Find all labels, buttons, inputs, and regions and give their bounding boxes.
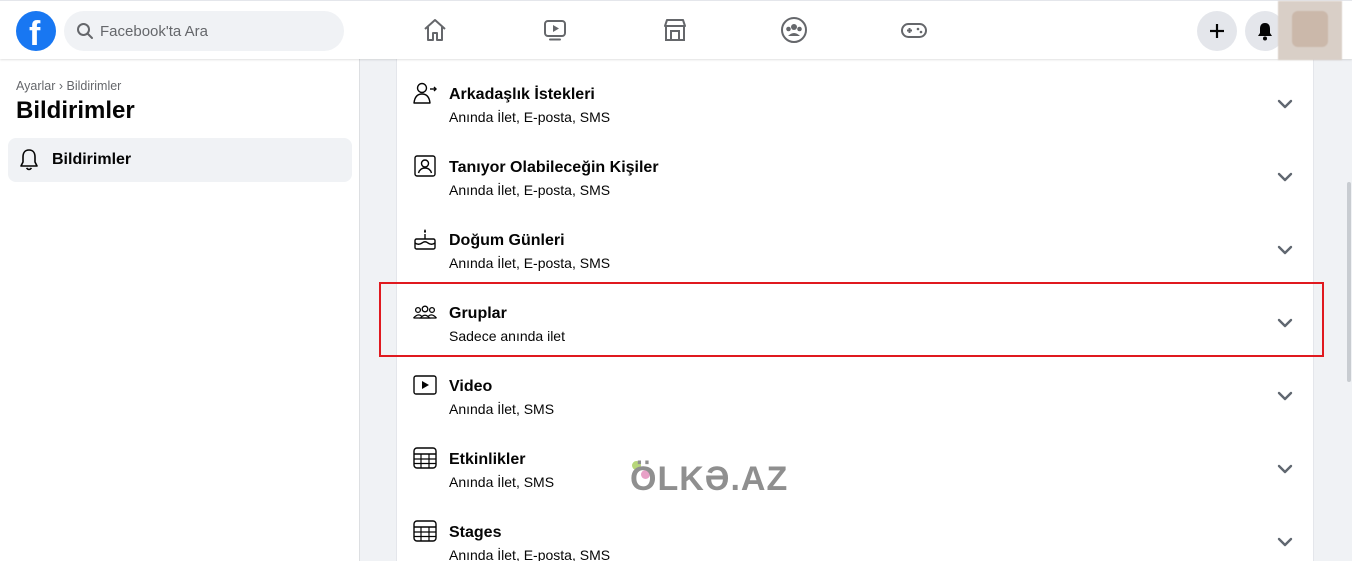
facebook-logo[interactable]: f bbox=[16, 11, 56, 53]
create-button[interactable] bbox=[1197, 11, 1237, 51]
setting-subtitle: Anında İlet, E-posta, SMS bbox=[449, 182, 611, 198]
search-icon bbox=[77, 23, 93, 39]
chevron-down-icon[interactable] bbox=[1277, 98, 1293, 110]
calendar-icon bbox=[413, 520, 437, 542]
setting-subtitle: Anında İlet, SMS bbox=[449, 474, 555, 490]
chevron-down-icon[interactable] bbox=[1277, 536, 1293, 548]
search-box[interactable] bbox=[64, 11, 344, 51]
gaming-icon[interactable] bbox=[899, 15, 929, 45]
setting-row-stages[interactable]: Stages Anında İlet, E-posta, SMS bbox=[397, 502, 1313, 561]
plus-icon bbox=[1210, 24, 1224, 38]
search-input[interactable] bbox=[100, 11, 330, 51]
setting-subtitle: Anında İlet, E-posta, SMS bbox=[449, 255, 611, 271]
groups-icon bbox=[413, 305, 437, 319]
video-icon bbox=[413, 375, 437, 395]
page-title: Bildirimler bbox=[16, 97, 135, 124]
bell-icon bbox=[1258, 23, 1272, 41]
watermark: ÖLKƏ.AZ bbox=[630, 460, 789, 498]
notification-settings-panel: Arkadaşlık İstekleri Anında İlet, E-post… bbox=[396, 59, 1314, 561]
video-icon[interactable] bbox=[540, 15, 570, 45]
contact-card-icon bbox=[414, 155, 436, 177]
setting-title: Etkinlikler bbox=[449, 451, 526, 468]
setting-title: Stages bbox=[449, 524, 502, 541]
calendar-icon bbox=[413, 447, 437, 469]
chevron-down-icon[interactable] bbox=[1277, 171, 1293, 183]
setting-title: Video bbox=[449, 378, 493, 395]
logo-letter: f bbox=[29, 15, 41, 53]
home-icon[interactable] bbox=[420, 15, 450, 45]
setting-row-friend-requests[interactable]: Arkadaşlık İstekleri Anında İlet, E-post… bbox=[397, 64, 1313, 137]
setting-row-video[interactable]: Video Anında İlet, SMS bbox=[397, 356, 1313, 429]
groups-icon[interactable] bbox=[779, 15, 809, 45]
breadcrumb[interactable]: Ayarlar › Bildirimler bbox=[16, 79, 121, 93]
setting-title: Arkadaşlık İstekleri bbox=[449, 86, 595, 103]
setting-title: Gruplar bbox=[449, 305, 507, 322]
bell-icon bbox=[20, 149, 38, 171]
chevron-down-icon[interactable] bbox=[1277, 390, 1293, 402]
setting-subtitle: Anında İlet, E-posta, SMS bbox=[449, 547, 611, 561]
setting-subtitle: Anında İlet, E-posta, SMS bbox=[449, 109, 611, 125]
birthday-cake-icon bbox=[414, 229, 436, 250]
chevron-down-icon[interactable] bbox=[1277, 463, 1293, 475]
chevron-down-icon[interactable] bbox=[1277, 317, 1293, 329]
setting-title: Doğum Günleri bbox=[449, 232, 565, 249]
top-navigation-bar: f bbox=[0, 0, 1352, 60]
sidebar-item-notifications[interactable]: Bildirimler bbox=[8, 138, 352, 182]
setting-subtitle: Anında İlet, SMS bbox=[449, 401, 555, 417]
setting-row-people-you-may-know[interactable]: Tanıyor Olabileceğin Kişiler Anında İlet… bbox=[397, 137, 1313, 210]
setting-title: Tanıyor Olabileceğin Kişiler bbox=[449, 159, 659, 176]
sidebar-item-label: Bildirimler bbox=[52, 151, 132, 168]
setting-subtitle: Sadece anında ilet bbox=[449, 328, 565, 344]
chevron-down-icon[interactable] bbox=[1277, 244, 1293, 256]
page-scrollbar[interactable] bbox=[1347, 182, 1351, 382]
friend-request-icon bbox=[413, 82, 437, 104]
setting-row-groups[interactable]: Gruplar Sadece anında ilet bbox=[397, 283, 1313, 356]
setting-row-birthdays[interactable]: Doğum Günleri Anında İlet, E-posta, SMS bbox=[397, 210, 1313, 283]
marketplace-icon[interactable] bbox=[660, 15, 690, 45]
profile-avatar[interactable] bbox=[1278, 1, 1342, 60]
setting-row-events[interactable]: Etkinlikler Anında İlet, SMS bbox=[397, 429, 1313, 502]
settings-sidebar: Ayarlar › Bildirimler Bildirimler Bildir… bbox=[0, 59, 360, 561]
